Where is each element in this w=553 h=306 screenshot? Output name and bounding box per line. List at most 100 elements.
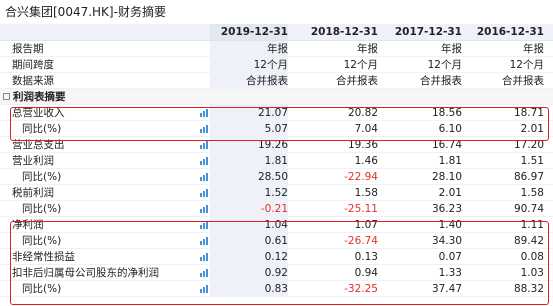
cell-value: 12个月 (210, 57, 288, 72)
table-row: 营业利润 1.81 1.46 1.81 1.51 (0, 153, 553, 169)
cell-value: 0.12 (210, 249, 288, 264)
cell-value: 34.30 (431, 235, 462, 247)
cell-value: -26.74 (344, 235, 378, 247)
cell-value: 合并报表 (420, 75, 462, 87)
section-row-income-statement[interactable]: 利润表摘要 (0, 89, 553, 105)
bar-chart-icon[interactable] (200, 173, 209, 181)
cell-value: 0.13 (354, 251, 378, 263)
row-label: 净利润 (12, 219, 44, 231)
cell-value: 2.01 (520, 123, 544, 135)
table-header-row: 2019-12-31 2018-12-31 2017-12-31 2016-12… (0, 24, 553, 41)
table-row: 同比(%) -0.21 -25.11 36.23 90.74 (0, 201, 553, 217)
bar-chart-icon[interactable] (200, 237, 209, 245)
cell-value: 年报 (357, 43, 378, 55)
section-label: 利润表摘要 (13, 91, 66, 103)
cell-value: 18.56 (431, 107, 462, 119)
cell-value: 0.92 (210, 265, 288, 280)
cell-value: 0.07 (438, 251, 462, 263)
cell-value: 0.83 (210, 281, 288, 296)
cell-value: 0.61 (210, 233, 288, 248)
row-label: 同比(%) (22, 123, 62, 135)
row-label: 非经常性损益 (12, 251, 75, 263)
row-label: 扣非后归属母公司股东的净利润 (12, 267, 159, 279)
row-label: 报告期 (12, 43, 44, 55)
cell-value: 37.47 (431, 283, 462, 295)
cell-value: 21.07 (210, 105, 288, 120)
meta-row: 报告期 年报 年报 年报 年报 (0, 41, 553, 57)
cell-value: 18.71 (513, 107, 544, 119)
cell-value: 28.10 (431, 171, 462, 183)
cell-value: 1.58 (520, 187, 544, 199)
table-row: 非经常性损益 0.12 0.13 0.07 0.08 (0, 249, 553, 265)
cell-value: 1.81 (210, 153, 288, 168)
column-header[interactable]: 2017-12-31 (382, 24, 462, 40)
table-row: 同比(%) 0.61 -26.74 34.30 89.42 (0, 233, 553, 249)
cell-value: -32.25 (344, 283, 378, 295)
bar-chart-icon[interactable] (200, 157, 209, 165)
bar-chart-icon[interactable] (200, 141, 209, 149)
table-row: 同比(%) 0.83 -32.25 37.47 88.32 (0, 281, 553, 297)
collapse-icon[interactable] (3, 93, 10, 100)
cell-value: 1.03 (520, 267, 544, 279)
table-row: 税前利润 1.52 1.58 2.01 1.58 (0, 185, 553, 201)
cell-value: 16.74 (431, 139, 462, 151)
table-row: 同比(%) 5.07 7.04 6.10 2.01 (0, 121, 553, 137)
meta-row: 数据来源 合并报表 合并报表 合并报表 合并报表 (0, 73, 553, 89)
row-label: 同比(%) (22, 203, 62, 215)
row-label: 营业利润 (12, 155, 54, 167)
row-label: 税前利润 (12, 187, 54, 199)
cell-value: 合并报表 (210, 73, 288, 88)
row-label: 总营业收入 (12, 107, 65, 119)
cell-value: 1.51 (520, 155, 544, 167)
cell-value: 1.40 (438, 219, 462, 231)
cell-value: -25.11 (344, 203, 378, 215)
row-label: 同比(%) (22, 235, 62, 247)
cell-value: 12个月 (343, 59, 378, 71)
cell-value: 17.20 (513, 139, 544, 151)
bar-chart-icon[interactable] (200, 221, 209, 229)
bar-chart-icon[interactable] (200, 205, 209, 213)
bar-chart-icon[interactable] (200, 285, 209, 293)
cell-value: 1.33 (438, 267, 462, 279)
column-header[interactable]: 2019-12-31 (210, 24, 288, 40)
cell-value: 7.04 (354, 123, 378, 135)
cell-value: 1.11 (520, 219, 544, 231)
cell-value: 1.04 (210, 217, 288, 232)
cell-value: 1.58 (354, 187, 378, 199)
column-header[interactable]: 2018-12-31 (292, 24, 378, 40)
page-title: 合兴集团[0047.HK]-财务摘要 (5, 5, 166, 19)
cell-value: 年报 (523, 43, 544, 55)
cell-value: -0.21 (210, 201, 288, 216)
bar-chart-icon[interactable] (200, 253, 209, 261)
bar-chart-icon[interactable] (200, 269, 209, 277)
row-label: 同比(%) (22, 283, 62, 295)
row-label: 同比(%) (22, 171, 62, 183)
cell-value: 1.46 (354, 155, 378, 167)
cell-value: 1.52 (210, 185, 288, 200)
cell-value: 5.07 (210, 121, 288, 136)
table-row: 同比(%) 28.50 -22.94 28.10 86.97 (0, 169, 553, 185)
cell-value: -22.94 (344, 171, 378, 183)
table-row: 总营业收入 21.07 20.82 18.56 18.71 (0, 105, 553, 121)
cell-value: 2.01 (438, 187, 462, 199)
table-row: 营业总支出 19.26 19.36 16.74 17.20 (0, 137, 553, 153)
bar-chart-icon[interactable] (200, 109, 209, 117)
cell-value: 年报 (210, 41, 288, 56)
cell-value: 12个月 (509, 59, 544, 71)
cell-value: 28.50 (210, 169, 288, 184)
cell-value: 1.07 (354, 219, 378, 231)
table-row: 净利润 1.04 1.07 1.40 1.11 (0, 217, 553, 233)
cell-value: 89.42 (513, 235, 544, 247)
row-label: 期间跨度 (12, 59, 54, 71)
cell-value: 90.74 (513, 203, 544, 215)
bar-chart-icon[interactable] (200, 189, 209, 197)
cell-value: 0.94 (354, 267, 378, 279)
bar-chart-icon[interactable] (200, 125, 209, 133)
cell-value: 12个月 (427, 59, 462, 71)
column-header[interactable]: 2016-12-31 (466, 24, 544, 40)
cell-value: 20.82 (347, 107, 378, 119)
financial-summary-table: 2019-12-31 2018-12-31 2017-12-31 2016-12… (0, 24, 553, 297)
cell-value: 年报 (441, 43, 462, 55)
meta-row: 期间跨度 12个月 12个月 12个月 12个月 (0, 57, 553, 73)
cell-value: 36.23 (431, 203, 462, 215)
